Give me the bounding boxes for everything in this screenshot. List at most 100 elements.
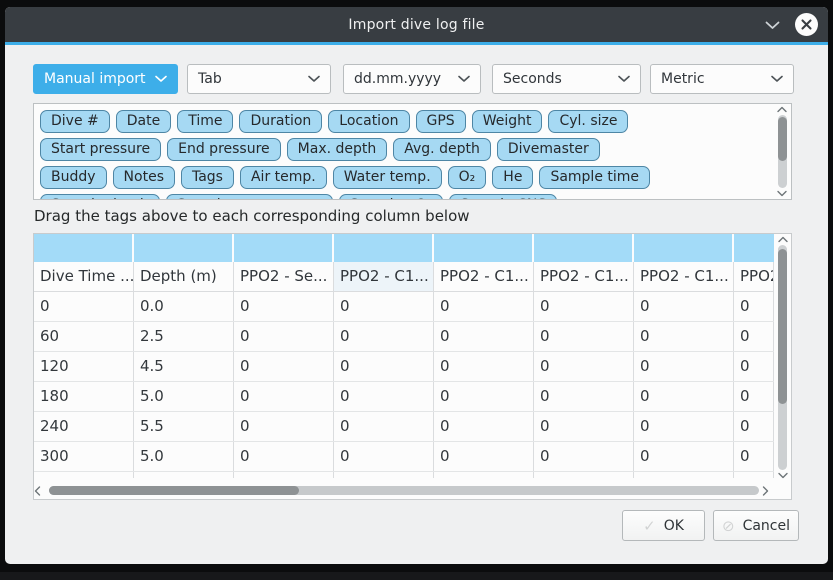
table-cell[interactable] [334, 472, 434, 478]
table-horizontal-scrollbar[interactable] [34, 482, 774, 498]
table-cell[interactable]: 0 [234, 322, 334, 351]
drop-target-cell[interactable] [734, 234, 774, 262]
tag-buddy[interactable]: Buddy [40, 166, 107, 189]
tag-sample-time[interactable]: Sample time [539, 166, 650, 189]
table-cell[interactable]: 0 [434, 352, 534, 381]
table-cell[interactable]: 120 [34, 352, 134, 381]
cancel-button[interactable]: ⊘ Cancel [713, 510, 799, 541]
table-cell[interactable]: 0 [734, 412, 774, 441]
table-cell[interactable]: 0 [734, 322, 774, 351]
table-cell[interactable]: 0 [634, 412, 734, 441]
scrollbar-track[interactable] [778, 115, 787, 188]
table-cell[interactable]: 0 [334, 442, 434, 471]
table-cell[interactable]: 0 [334, 382, 434, 411]
column-header[interactable]: Dive Time ... [34, 262, 134, 291]
scrollbar-thumb[interactable] [778, 117, 787, 161]
tag-cyl-size[interactable]: Cyl. size [548, 110, 628, 133]
close-button[interactable] [795, 13, 818, 36]
tag-gps[interactable]: GPS [416, 110, 466, 133]
drop-target-cell[interactable] [634, 234, 734, 262]
table-vertical-scrollbar[interactable] [775, 236, 790, 479]
table-cell[interactable]: 0 [334, 292, 434, 321]
table-cell[interactable]: 0 [234, 412, 334, 441]
table-cell[interactable]: 240 [34, 412, 134, 441]
table-cell[interactable]: 5.0 [134, 442, 234, 471]
units-combobox[interactable]: Metric [650, 64, 794, 94]
field-separator-combobox[interactable]: Tab [187, 64, 331, 94]
tag-start-pressure[interactable]: Start pressure [40, 138, 161, 161]
table-cell[interactable]: 60 [34, 322, 134, 351]
table-cell[interactable]: 0 [634, 352, 734, 381]
tag-water-temp[interactable]: Water temp. [333, 166, 442, 189]
shade-button[interactable] [763, 16, 781, 34]
table-cell[interactable] [134, 472, 234, 478]
table-cell[interactable]: 0 [734, 292, 774, 321]
tag-notes[interactable]: Notes [113, 166, 175, 189]
table-cell[interactable]: 0 [434, 442, 534, 471]
drop-target-cell[interactable] [34, 234, 134, 262]
drop-target-cell[interactable] [134, 234, 234, 262]
scrollbar-thumb[interactable] [49, 486, 299, 495]
tag-location[interactable]: Location [328, 110, 409, 133]
tag-max-depth[interactable]: Max. depth [287, 138, 388, 161]
drop-target-cell[interactable] [434, 234, 534, 262]
table-cell[interactable]: 0 [434, 382, 534, 411]
table-cell[interactable]: 0 [534, 352, 634, 381]
tag-end-pressure[interactable]: End pressure [167, 138, 281, 161]
scrollbar-track[interactable] [778, 245, 787, 470]
tag-air-temp[interactable]: Air temp. [240, 166, 327, 189]
drop-target-cell[interactable] [234, 234, 334, 262]
column-header[interactable]: PPO2 - C1... [534, 262, 634, 291]
scrollbar-thumb[interactable] [778, 249, 787, 404]
tag-divemaster[interactable]: Divemaster [497, 138, 600, 161]
table-cell[interactable]: 0 [734, 442, 774, 471]
scroll-right-icon[interactable] [762, 481, 774, 500]
ok-button[interactable]: ✓ OK [622, 510, 705, 541]
table-cell[interactable]: 0 [734, 352, 774, 381]
scroll-down-icon[interactable] [777, 190, 787, 197]
table-cell[interactable]: 0 [434, 412, 534, 441]
tag-duration[interactable]: Duration [239, 110, 322, 133]
tag-sample-depth[interactable]: Sample depth [40, 194, 160, 200]
table-cell[interactable]: 0 [534, 442, 634, 471]
scrollbar-track[interactable] [49, 486, 759, 495]
column-header[interactable]: PPO2 - C1... [634, 262, 734, 291]
table-cell[interactable]: 5.0 [134, 382, 234, 411]
table-cell[interactable] [734, 472, 774, 478]
tag-sample-cns[interactable]: Sample CNS [449, 194, 557, 200]
date-format-combobox[interactable]: dd.mm.yyyy [343, 64, 481, 94]
duration-format-combobox[interactable]: Seconds [492, 64, 641, 94]
table-cell[interactable]: 0 [234, 442, 334, 471]
table-cell[interactable] [234, 472, 334, 478]
tags-vertical-scrollbar[interactable] [775, 106, 789, 197]
tag-tags[interactable]: Tags [181, 166, 234, 189]
table-cell[interactable]: 0 [534, 382, 634, 411]
table-cell[interactable]: 0 [634, 382, 734, 411]
scroll-up-icon[interactable] [778, 236, 788, 243]
tag-sample-temperature[interactable]: Sample temperature [166, 194, 333, 200]
drop-target-cell[interactable] [334, 234, 434, 262]
import-mode-combobox[interactable]: Manual import [33, 64, 178, 94]
tag-dive[interactable]: Dive # [40, 110, 110, 133]
table-cell[interactable]: 180 [34, 382, 134, 411]
table-cell[interactable]: 4.5 [134, 352, 234, 381]
table-cell[interactable]: 0 [434, 322, 534, 351]
column-header[interactable]: PPO2 - C1... [434, 262, 534, 291]
table-cell[interactable] [534, 472, 634, 478]
table-cell[interactable]: 0 [634, 442, 734, 471]
table-cell[interactable]: 0 [334, 322, 434, 351]
scroll-up-icon[interactable] [777, 106, 787, 113]
column-header[interactable]: Depth (m) [134, 262, 234, 291]
titlebar[interactable]: Import dive log file [5, 7, 828, 42]
table-cell[interactable] [634, 472, 734, 478]
column-header[interactable]: PPO2 - C1... [334, 262, 434, 291]
table-cell[interactable]: 0 [34, 292, 134, 321]
table-cell[interactable] [34, 472, 134, 478]
table-cell[interactable]: 0 [234, 352, 334, 381]
table-cell[interactable]: 0 [334, 352, 434, 381]
drop-target-cell[interactable] [534, 234, 634, 262]
table-cell[interactable]: 0 [534, 412, 634, 441]
table-cell[interactable]: 0 [534, 322, 634, 351]
column-header[interactable]: PPO2 [734, 262, 774, 291]
tag-he[interactable]: He [492, 166, 533, 189]
